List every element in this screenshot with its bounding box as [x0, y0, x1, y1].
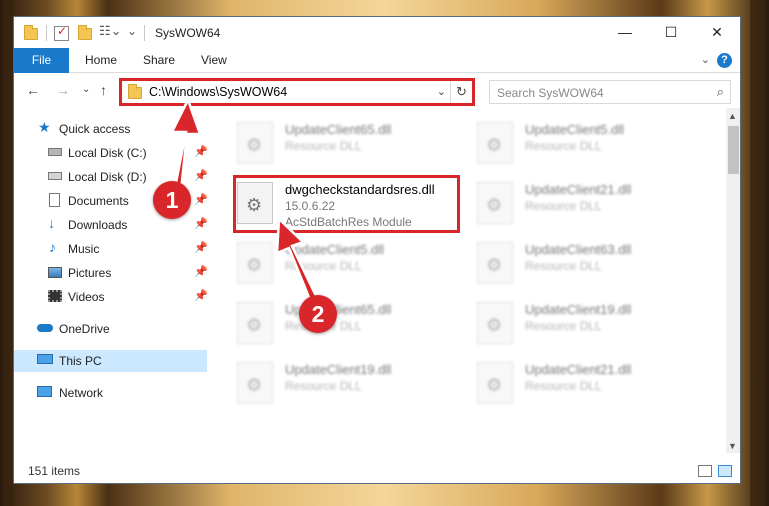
arrow-2: [275, 216, 319, 302]
callout-arrows: [169, 96, 319, 302]
callout-badge-1: 1: [153, 181, 191, 219]
callout-badge-2: 2: [299, 295, 337, 333]
